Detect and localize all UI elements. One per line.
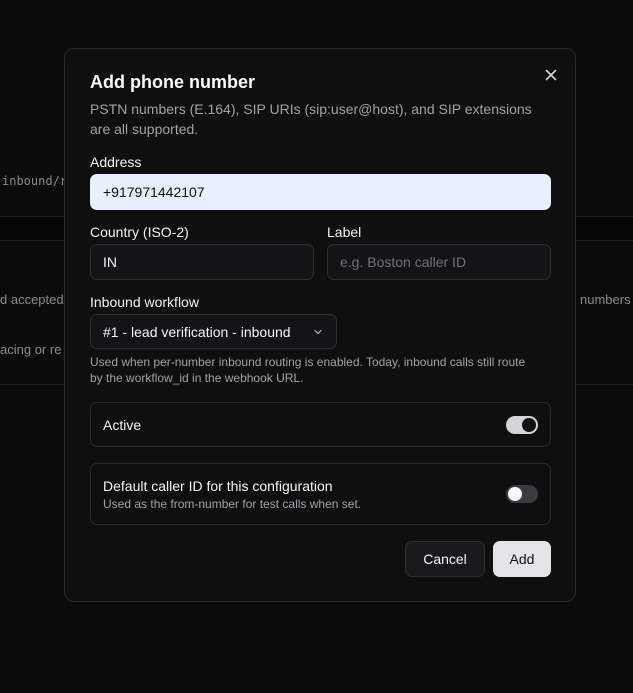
address-label: Address xyxy=(90,154,142,170)
inbound-workflow-selected: #1 - lead verification - inbound xyxy=(103,323,291,340)
toggle-knob xyxy=(522,418,536,432)
add-phone-number-dialog: Add phone number PSTN numbers (E.164), S… xyxy=(64,48,576,602)
country-label: Country (ISO-2) xyxy=(90,224,189,240)
address-input[interactable] xyxy=(90,174,551,210)
chevron-down-icon xyxy=(312,326,324,338)
dialog-title: Add phone number xyxy=(90,72,255,92)
default-caller-label: Default caller ID for this configuration xyxy=(103,478,333,494)
background-path-fragment: inbound/r xyxy=(2,174,68,188)
dialog-description: PSTN numbers (E.164), SIP URIs (sip:user… xyxy=(90,101,532,137)
inbound-workflow-label: Inbound workflow xyxy=(90,294,199,310)
close-button[interactable] xyxy=(541,65,561,85)
cancel-button[interactable]: Cancel xyxy=(405,541,485,577)
default-caller-description: Used as the from-number for test calls w… xyxy=(103,497,362,511)
inbound-workflow-select[interactable]: #1 - lead verification - inbound xyxy=(90,314,337,349)
country-input[interactable] xyxy=(90,244,314,280)
default-caller-card: Default caller ID for this configuration… xyxy=(90,463,551,525)
active-setting-card: Active xyxy=(90,402,551,447)
background-text-fragment: acing or re xyxy=(0,342,62,357)
label-field-label: Label xyxy=(327,224,362,240)
background-text-fragment: d accepted xyxy=(0,292,64,307)
active-label: Active xyxy=(103,417,142,433)
label-input[interactable] xyxy=(327,244,551,280)
add-button[interactable]: Add xyxy=(493,541,551,577)
background-text-fragment: numbers xyxy=(580,292,631,307)
active-toggle[interactable] xyxy=(506,416,538,434)
close-icon xyxy=(545,69,557,81)
default-caller-toggle[interactable] xyxy=(506,485,538,503)
toggle-knob xyxy=(508,487,522,501)
inbound-workflow-hint: Used when per-number inbound routing is … xyxy=(90,355,526,385)
